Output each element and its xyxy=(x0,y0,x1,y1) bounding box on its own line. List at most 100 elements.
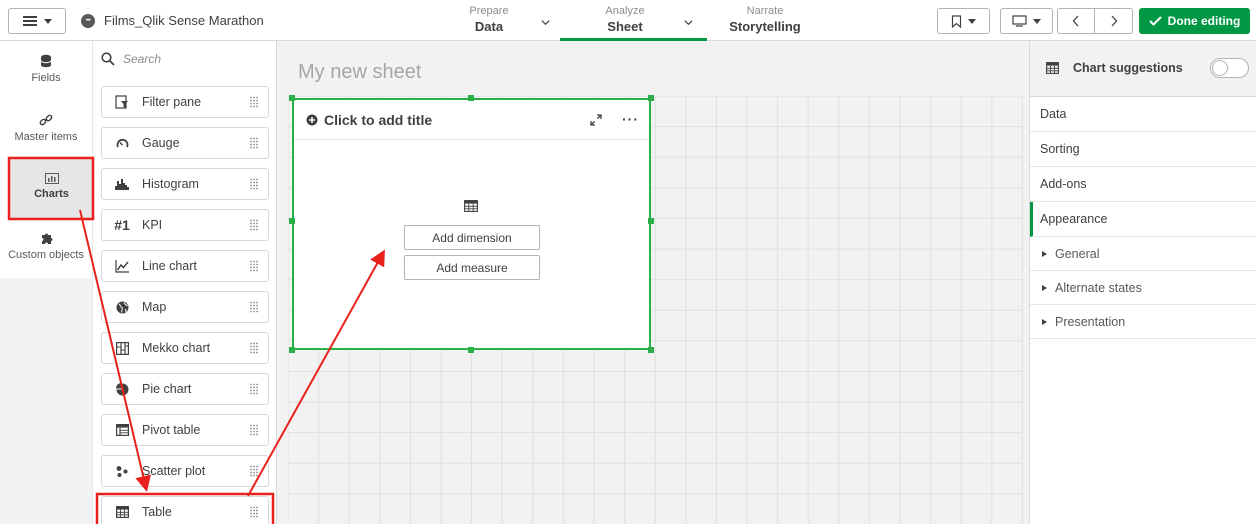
globe-icon xyxy=(102,301,142,314)
assets-panel: Search Filter pane Gauge Histogram #1 KP… xyxy=(92,41,277,524)
nav-charts[interactable]: Charts xyxy=(10,173,93,200)
pivot-table-icon xyxy=(102,424,142,436)
resize-handle[interactable] xyxy=(289,347,295,353)
drag-handle-icon[interactable] xyxy=(240,383,268,395)
asset-pie-chart[interactable]: Pie chart xyxy=(101,373,269,405)
drag-handle-icon[interactable] xyxy=(240,137,268,149)
asset-label: Pivot table xyxy=(142,423,201,437)
resize-handle[interactable] xyxy=(289,218,295,224)
add-title-button[interactable]: Click to add title xyxy=(306,112,432,128)
asset-map[interactable]: Map xyxy=(101,291,269,323)
section-add-ons[interactable]: Add-ons xyxy=(1030,167,1256,202)
chart-placeholder[interactable]: Click to add title ··· Add dimension Add… xyxy=(292,98,651,350)
resize-handle[interactable] xyxy=(648,218,654,224)
asset-table[interactable]: Table xyxy=(101,496,269,524)
drag-handle-icon[interactable] xyxy=(240,219,268,231)
add-dimension-button[interactable]: Add dimension xyxy=(404,225,540,250)
asset-scatter-plot[interactable]: Scatter plot xyxy=(101,455,269,487)
section-data[interactable]: Data xyxy=(1030,97,1256,132)
asset-filter-pane[interactable]: Filter pane xyxy=(101,86,269,118)
asset-line-chart[interactable]: Line chart xyxy=(101,250,269,282)
header-divider xyxy=(294,139,649,140)
sheet-title[interactable]: My new sheet xyxy=(298,61,421,84)
drag-handle-icon[interactable] xyxy=(240,342,268,354)
previous-sheet-button[interactable] xyxy=(1058,9,1095,33)
plus-circle-icon xyxy=(306,114,318,126)
resize-handle[interactable] xyxy=(648,95,654,101)
nav-master-items[interactable]: Master items xyxy=(0,113,92,143)
link-icon xyxy=(39,114,53,126)
resize-handle[interactable] xyxy=(468,347,474,353)
resize-handle[interactable] xyxy=(289,95,295,101)
caret-right-icon xyxy=(1042,284,1047,291)
bookmark-button[interactable] xyxy=(937,8,990,34)
caret-right-icon xyxy=(1042,250,1047,257)
global-menu-button[interactable] xyxy=(8,8,66,34)
add-measure-button[interactable]: Add measure xyxy=(404,255,540,280)
caret-down-icon xyxy=(43,18,52,24)
app-title: Films_Qlik Sense Marathon xyxy=(104,13,264,28)
drag-handle-icon[interactable] xyxy=(240,465,268,477)
chart-suggestions-toggle[interactable] xyxy=(1210,58,1249,78)
chevron-down-icon[interactable] xyxy=(684,18,693,27)
top-bar: Films_Qlik Sense Marathon Prepare Data m… xyxy=(0,0,1256,52)
search-input[interactable]: Search xyxy=(101,49,161,69)
asset-label: Line chart xyxy=(142,259,197,273)
asset-label: Table xyxy=(142,505,172,519)
expand-icon[interactable] xyxy=(590,114,602,126)
chart-suggestions-header: Chart suggestions xyxy=(1030,41,1256,97)
resize-handle[interactable] xyxy=(648,347,654,353)
drag-handle-icon[interactable] xyxy=(240,178,268,190)
sheet-navigation xyxy=(1057,8,1133,34)
subsection-presentation[interactable]: Presentation xyxy=(1030,305,1256,339)
section-sorting[interactable]: Sorting xyxy=(1030,132,1256,167)
nav-narrate[interactable]: Narrate Storytelling xyxy=(725,5,805,36)
table-icon xyxy=(102,506,142,518)
gauge-icon xyxy=(102,137,142,150)
asset-label: Mekko chart xyxy=(142,341,211,355)
nav-fields-label: Fields xyxy=(31,72,61,84)
drag-handle-icon[interactable] xyxy=(240,96,268,108)
subsection-alternate-states[interactable]: Alternate states xyxy=(1030,271,1256,305)
nav-analyze[interactable]: Analyze Sheet xyxy=(595,5,655,36)
asset-label: Filter pane xyxy=(142,95,202,109)
nav-fields[interactable]: Fields xyxy=(0,54,92,84)
table-icon xyxy=(1046,62,1059,74)
resize-handle[interactable] xyxy=(468,95,474,101)
chart-suggestions-label: Chart suggestions xyxy=(1073,61,1183,75)
mekko-icon xyxy=(102,341,142,355)
asset-label: Pie chart xyxy=(142,382,192,396)
left-nav-empty xyxy=(0,278,92,524)
kpi-icon: #1 xyxy=(114,217,130,233)
search-icon xyxy=(101,52,115,66)
section-appearance[interactable]: Appearance xyxy=(1030,202,1256,237)
search-placeholder: Search xyxy=(123,52,162,66)
next-sheet-button[interactable] xyxy=(1095,9,1132,33)
nav-custom-objects[interactable]: Custom objects xyxy=(0,232,92,261)
asset-gauge[interactable]: Gauge xyxy=(101,127,269,159)
subsection-label: Presentation xyxy=(1055,314,1126,329)
asset-mekko-chart[interactable]: Mekko chart xyxy=(101,332,269,364)
nav-analyze-label: Sheet xyxy=(607,19,643,34)
more-options-icon[interactable]: ··· xyxy=(622,111,639,127)
asset-pivot-table[interactable]: Pivot table xyxy=(101,414,269,446)
placeholder-title: Click to add title xyxy=(324,112,433,128)
asset-histogram[interactable]: Histogram xyxy=(101,168,269,200)
present-button[interactable] xyxy=(1000,8,1053,34)
pie-chart-icon xyxy=(102,382,142,396)
caret-down-icon xyxy=(968,18,976,24)
app-icon xyxy=(81,14,95,28)
drag-handle-icon[interactable] xyxy=(240,260,268,272)
drag-handle-icon[interactable] xyxy=(240,301,268,313)
line-chart-icon xyxy=(102,259,142,273)
asset-label: KPI xyxy=(142,218,163,232)
drag-handle-icon[interactable] xyxy=(240,506,268,518)
done-editing-label: Done editing xyxy=(1167,14,1241,28)
chevron-down-icon[interactable] xyxy=(541,18,550,27)
drag-handle-icon[interactable] xyxy=(240,424,268,436)
caret-right-icon xyxy=(1042,318,1047,325)
asset-kpi[interactable]: #1 KPI xyxy=(101,209,269,241)
done-editing-button[interactable]: Done editing xyxy=(1139,8,1250,34)
subsection-general[interactable]: General xyxy=(1030,237,1256,271)
nav-narrate-small: Narrate xyxy=(746,5,784,17)
